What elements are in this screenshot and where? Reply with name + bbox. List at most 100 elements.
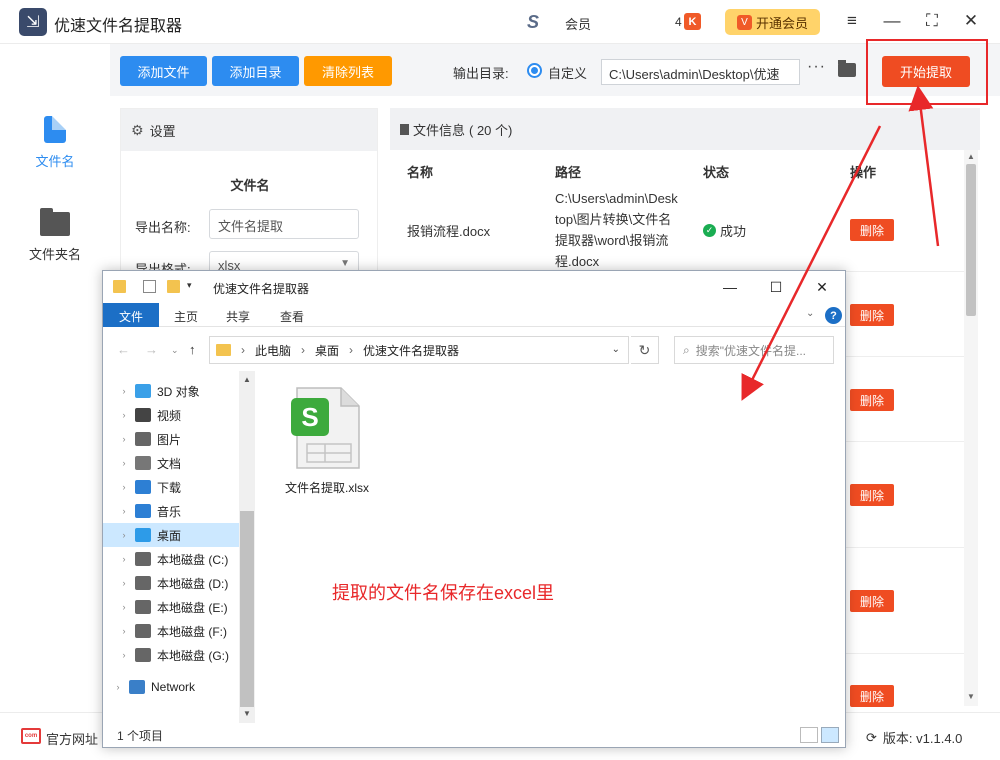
- tree-item[interactable]: › 文档: [103, 451, 239, 475]
- add-dir-button[interactable]: 添加目录: [212, 56, 299, 86]
- tree-item-label: 本地磁盘 (D:): [157, 576, 229, 591]
- tree-item[interactable]: › 桌面: [103, 523, 239, 547]
- tree-item-label: 下载: [157, 480, 182, 495]
- expand-icon[interactable]: ›: [115, 410, 133, 420]
- desktop-icon: [135, 528, 151, 542]
- picture-icon: [135, 432, 151, 446]
- sidebar-item-filename[interactable]: 文件名: [0, 116, 110, 170]
- close-icon[interactable]: ✕: [811, 277, 833, 297]
- address-bar[interactable]: › 此电脑 › 桌面 › 优速文件名提取器 ⌄: [209, 336, 629, 364]
- vip-label[interactable]: 会员: [565, 14, 591, 33]
- official-site-link[interactable]: 官方网址: [46, 729, 98, 748]
- breadcrumb-this-pc[interactable]: 此电脑: [255, 342, 291, 359]
- back-icon[interactable]: ←: [117, 342, 130, 357]
- maximize-icon[interactable]: ⛶: [921, 10, 943, 32]
- delete-button[interactable]: 删除: [850, 484, 894, 506]
- details-view-icon[interactable]: [800, 727, 818, 743]
- expand-icon[interactable]: ›: [115, 482, 133, 492]
- tree-item[interactable]: › 下载: [103, 475, 239, 499]
- scroll-up-icon[interactable]: ▲: [967, 152, 975, 161]
- coupon-icon[interactable]: K: [684, 13, 701, 30]
- table-scrollbar[interactable]: ▲ ▼: [964, 150, 978, 706]
- delete-button[interactable]: 删除: [850, 219, 894, 241]
- large-icons-view-icon[interactable]: [821, 727, 839, 743]
- scroll-up-icon[interactable]: ▲: [243, 375, 251, 384]
- maximize-icon[interactable]: ☐: [765, 277, 787, 297]
- export-name-input[interactable]: 文件名提取: [209, 209, 359, 239]
- refresh-button[interactable]: ↻: [631, 336, 659, 364]
- tree-item-label: 音乐: [157, 504, 182, 519]
- minimize-icon[interactable]: —: [719, 277, 741, 297]
- delete-button[interactable]: 删除: [850, 304, 894, 326]
- chevron-down-icon[interactable]: ⌄: [612, 344, 620, 355]
- custom-radio[interactable]: [527, 63, 542, 78]
- output-path-input[interactable]: C:\Users\admin\Desktop\优速: [601, 59, 800, 85]
- expand-icon[interactable]: ›: [115, 578, 133, 588]
- scroll-thumb[interactable]: [240, 511, 254, 707]
- delete-button[interactable]: 删除: [850, 590, 894, 612]
- tree-item[interactable]: › Network: [97, 675, 233, 699]
- version-text: 版本: v1.1.4.0: [882, 731, 963, 746]
- search-input[interactable]: ⌕ 搜索"优速文件名提...: [674, 336, 834, 364]
- help-icon[interactable]: ?: [825, 307, 842, 324]
- scroll-thumb[interactable]: [966, 164, 976, 316]
- tree-item[interactable]: › 本地磁盘 (C:): [103, 547, 239, 571]
- tab-home[interactable]: 主页: [167, 303, 205, 327]
- website-icon[interactable]: com: [21, 728, 41, 744]
- file-name-label[interactable]: 文件名提取.xlsx: [277, 479, 377, 496]
- minimize-icon[interactable]: —: [881, 10, 903, 32]
- properties-icon[interactable]: [143, 280, 156, 293]
- item-count: 1 个项目: [117, 729, 164, 743]
- breadcrumb-separator: ›: [301, 343, 306, 357]
- settings-section-title: 文件名: [230, 178, 270, 193]
- tree-item[interactable]: › 本地磁盘 (G:): [103, 643, 239, 667]
- breadcrumb-current[interactable]: 优速文件名提取器: [363, 342, 459, 359]
- tree-item[interactable]: › 3D 对象: [103, 379, 239, 403]
- add-file-button[interactable]: 添加文件: [120, 56, 207, 86]
- breadcrumb-desktop[interactable]: 桌面: [315, 342, 339, 359]
- breadcrumb-separator: ›: [349, 343, 354, 357]
- expand-icon[interactable]: ›: [115, 626, 133, 636]
- expand-icon[interactable]: ›: [115, 386, 133, 396]
- open-vip-label: 开通会员: [755, 15, 808, 31]
- clear-list-button[interactable]: 清除列表: [304, 56, 392, 86]
- tree-item[interactable]: › 本地磁盘 (F:): [103, 619, 239, 643]
- expand-icon[interactable]: ›: [115, 458, 133, 468]
- expand-icon[interactable]: ›: [115, 530, 133, 540]
- version-info[interactable]: ⟳ 版本: v1.1.4.0: [866, 728, 962, 747]
- quick-access-dropdown-icon[interactable]: ▾: [187, 280, 200, 293]
- scroll-down-icon[interactable]: ▼: [967, 692, 975, 701]
- forward-icon[interactable]: →: [145, 342, 158, 357]
- excel-file-icon[interactable]: S: [291, 386, 361, 470]
- new-folder-icon[interactable]: [167, 280, 180, 293]
- close-icon[interactable]: ✕: [960, 10, 982, 32]
- up-icon[interactable]: ↑: [189, 342, 196, 357]
- tab-share[interactable]: 共享: [219, 303, 257, 327]
- tree-item[interactable]: › 图片: [103, 427, 239, 451]
- expand-icon[interactable]: ›: [109, 682, 127, 692]
- expand-ribbon-icon[interactable]: ⌄: [806, 308, 814, 319]
- table-row[interactable]: 报销流程.docx C:\Users\admin\Desktop\图片转换\文件…: [390, 188, 965, 272]
- menu-icon[interactable]: ≡: [841, 10, 863, 32]
- tab-view[interactable]: 查看: [273, 303, 311, 327]
- open-folder-icon[interactable]: [838, 60, 856, 77]
- tree-scrollbar[interactable]: ▲ ▼: [239, 371, 255, 723]
- sidebar-item-foldername[interactable]: 文件夹名: [0, 208, 110, 263]
- open-vip-button[interactable]: V 开通会员: [725, 9, 820, 35]
- expand-icon[interactable]: ›: [115, 506, 133, 516]
- expand-icon[interactable]: ›: [115, 434, 133, 444]
- delete-button[interactable]: 删除: [850, 389, 894, 411]
- tree-item-label: 桌面: [157, 528, 182, 543]
- tab-file[interactable]: 文件: [103, 303, 159, 327]
- tree-item[interactable]: › 视频: [103, 403, 239, 427]
- expand-icon[interactable]: ›: [115, 602, 133, 612]
- expand-icon[interactable]: ›: [115, 650, 133, 660]
- recent-locations-icon[interactable]: ⌄: [171, 345, 179, 356]
- tree-item[interactable]: › 音乐: [103, 499, 239, 523]
- tree-item[interactable]: › 本地磁盘 (D:): [103, 571, 239, 595]
- scroll-down-icon[interactable]: ▼: [243, 709, 251, 718]
- delete-button[interactable]: 删除: [850, 685, 894, 707]
- more-options-button[interactable]: ···: [807, 58, 826, 76]
- tree-item[interactable]: › 本地磁盘 (E:): [103, 595, 239, 619]
- expand-icon[interactable]: ›: [115, 554, 133, 564]
